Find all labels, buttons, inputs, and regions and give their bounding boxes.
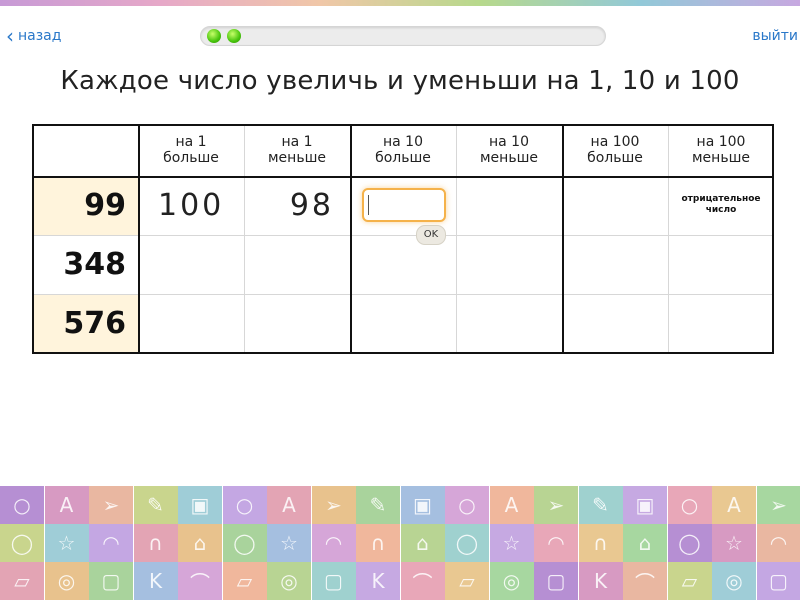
ipod-icon: ▢ xyxy=(756,562,800,600)
column-header-line: на 10 xyxy=(489,134,529,150)
circle-icon: ○ xyxy=(0,486,44,524)
letter-k-icon: K xyxy=(356,562,400,600)
background-pattern: ○ A ➢ ✎ ▣ ○ A ➢ ✎ ▣ ○ A ➢ ✎ ▣ ○ A ➢ ◯ ☆ ◠ ∩ ⌂ ◯ ☆ ◠ ∩ ⌂ ◯ ☆ ◠ ∩ ⌂ ◯ ☆ ◠ ▱ ◎ ▢ K… xyxy=(0,486,800,600)
paper-plane-icon: ➢ xyxy=(756,486,800,524)
column-header: на 10 меньше xyxy=(456,134,562,166)
row-number: 99 xyxy=(84,188,126,223)
progress-dot xyxy=(227,29,241,43)
answer-input[interactable] xyxy=(362,188,446,222)
note-negative-number: отрицательное число xyxy=(681,194,761,215)
globe-icon: ◎ xyxy=(489,562,534,600)
paper-plane-icon: ➢ xyxy=(311,486,356,524)
eraser-icon: ▱ xyxy=(445,562,489,600)
wifi-icon: ◠ xyxy=(756,524,800,562)
grid-border xyxy=(32,124,774,126)
row-number: 576 xyxy=(63,306,126,341)
wifi-icon: ◠ xyxy=(89,524,133,562)
progress-dot xyxy=(207,29,221,43)
header-bar: ‹ назад выйти xyxy=(0,22,800,56)
skateboard-icon: ⌒ xyxy=(623,562,667,600)
exit-button[interactable]: выйти xyxy=(752,28,798,44)
column-header-line: на 1 xyxy=(281,134,313,150)
letter-a-icon: A xyxy=(44,486,89,524)
chevron-left-icon: ‹ xyxy=(6,24,14,48)
letter-k-icon: K xyxy=(133,562,178,600)
star-icon: ☆ xyxy=(489,524,534,562)
task-title: Каждое число увеличь и уменьши на 1, 10 … xyxy=(60,66,740,96)
eraser-icon: ▱ xyxy=(667,562,712,600)
column-header: на 1 меньше xyxy=(244,134,350,166)
answer-value: 98 xyxy=(289,188,334,223)
answer-table: на 1 больше на 1 меньше на 10 больше на 10 мень… xyxy=(32,124,774,354)
ok-button[interactable]: OK xyxy=(416,225,446,245)
letter-a-icon: A xyxy=(712,486,756,524)
sneaker-icon: ⌂ xyxy=(400,524,445,562)
letter-a-icon: A xyxy=(489,486,534,524)
column-header-line: на 100 xyxy=(696,134,746,150)
back-button[interactable]: ‹ назад xyxy=(6,26,61,46)
globe-icon: ◎ xyxy=(44,562,89,600)
wifi-icon: ◠ xyxy=(311,524,356,562)
back-label: назад xyxy=(18,28,62,44)
ipod-icon: ▢ xyxy=(89,562,133,600)
globe-icon: ◎ xyxy=(267,562,311,600)
row-number: 348 xyxy=(63,247,126,282)
circle-icon: ○ xyxy=(445,486,489,524)
circle-icon: ○ xyxy=(222,486,267,524)
ipod-icon: ▢ xyxy=(534,562,578,600)
column-header-line: больше xyxy=(375,150,431,166)
paper-plane-icon: ➢ xyxy=(89,486,133,524)
eraser-icon: ▱ xyxy=(0,562,44,600)
grid-line xyxy=(138,235,774,236)
grid-border xyxy=(32,352,774,354)
sneaker-icon: ⌂ xyxy=(178,524,222,562)
skateboard-icon: ⌒ xyxy=(400,562,445,600)
headphones-icon: ∩ xyxy=(133,524,178,562)
globe-icon: ◎ xyxy=(712,562,756,600)
column-header: на 100 больше xyxy=(562,134,668,166)
column-header-line: меньше xyxy=(267,150,326,166)
column-header-line: больше xyxy=(587,150,643,166)
pencil-icon: ✎ xyxy=(578,486,623,524)
column-header-line: на 1 xyxy=(175,134,207,150)
apple-icon: ◯ xyxy=(222,524,267,562)
letter-a-icon: A xyxy=(267,486,311,524)
apple-icon: ◯ xyxy=(667,524,712,562)
headphones-icon: ∩ xyxy=(356,524,400,562)
column-header-line: меньше xyxy=(691,150,750,166)
eraser-icon: ▱ xyxy=(222,562,267,600)
answer-value: 100 xyxy=(158,188,225,223)
column-header: на 100 меньше xyxy=(668,134,774,166)
column-header-line: меньше xyxy=(479,150,538,166)
column-header: на 1 больше xyxy=(138,134,244,166)
bag-icon: ▣ xyxy=(623,486,667,524)
apple-icon: ◯ xyxy=(0,524,44,562)
bag-icon: ▣ xyxy=(400,486,445,524)
headphones-icon: ∩ xyxy=(578,524,623,562)
sneaker-icon: ⌂ xyxy=(623,524,667,562)
circle-icon: ○ xyxy=(667,486,712,524)
wifi-icon: ◠ xyxy=(534,524,578,562)
star-icon: ☆ xyxy=(712,524,756,562)
skateboard-icon: ⌒ xyxy=(178,562,222,600)
column-header-line: на 10 xyxy=(383,134,423,150)
pencil-icon: ✎ xyxy=(133,486,178,524)
progress-bar xyxy=(200,26,606,46)
grid-border xyxy=(32,176,774,178)
star-icon: ☆ xyxy=(267,524,311,562)
exercise-card: ‹ назад выйти Каждое число увеличь и уме… xyxy=(0,0,800,486)
ipod-icon: ▢ xyxy=(311,562,356,600)
column-header: на 10 больше xyxy=(350,134,456,166)
star-icon: ☆ xyxy=(44,524,89,562)
column-header-line: больше xyxy=(163,150,219,166)
paper-plane-icon: ➢ xyxy=(534,486,578,524)
grid-line xyxy=(138,294,774,295)
pencil-icon: ✎ xyxy=(356,486,400,524)
bag-icon: ▣ xyxy=(178,486,222,524)
text-caret xyxy=(368,195,369,215)
apple-icon: ◯ xyxy=(445,524,489,562)
column-header-line: на 100 xyxy=(590,134,640,150)
letter-k-icon: K xyxy=(578,562,623,600)
